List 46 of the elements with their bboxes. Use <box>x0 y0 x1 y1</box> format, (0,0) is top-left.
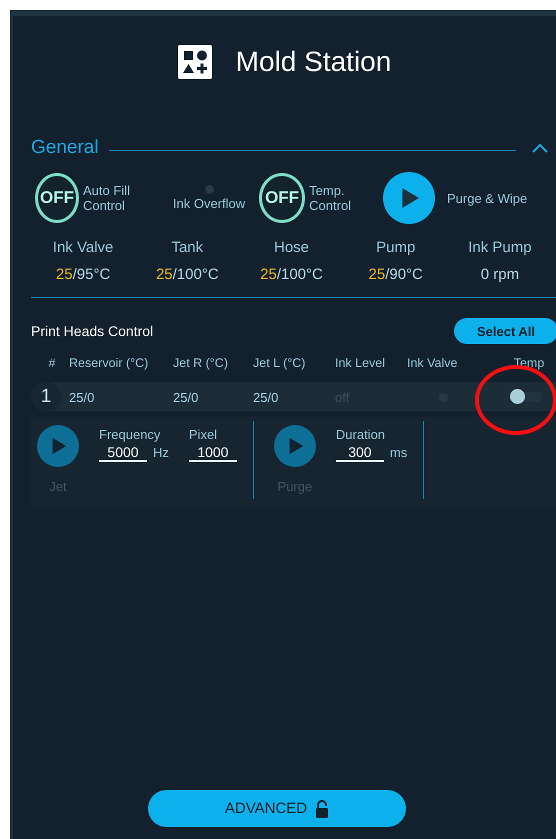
field-label: Pixel <box>188 427 218 442</box>
reading-value: 25/100°C <box>260 266 323 283</box>
table-cell-text: 25/0 <box>69 390 96 404</box>
reading-value: 25/90°C <box>368 266 423 283</box>
reading-label: Ink Pump <box>468 239 532 256</box>
field-label: Frequency <box>99 427 162 442</box>
input-field[interactable]: 1000 <box>188 442 237 462</box>
section-title: General <box>31 137 99 159</box>
column-header: # <box>48 356 56 370</box>
window-title: Mold Station <box>236 46 392 78</box>
column-header: Ink Valve <box>407 356 458 370</box>
input-field[interactable]: 5000 <box>99 442 147 462</box>
column-header: Reservoir (°C) <box>69 356 150 370</box>
power-toggle[interactable]: OFF <box>259 173 306 223</box>
section-title: Print Heads Control <box>31 323 154 339</box>
column-header: Ink Level <box>335 356 386 370</box>
field-label: Duration <box>336 427 386 442</box>
control-label: Ink Overflow <box>172 196 246 211</box>
reading-value: 25/100°C <box>156 266 219 283</box>
row-number: 1 <box>31 382 61 412</box>
lock-icon <box>315 800 330 818</box>
play-button[interactable] <box>274 425 316 467</box>
control-label: Auto Fill Control <box>83 183 131 213</box>
column-header: Jet L (°C) <box>253 356 306 370</box>
table-cell-text: 25/0 <box>173 390 200 404</box>
reading-value: 0 rpm <box>480 266 520 283</box>
unit-label: ms <box>390 445 408 460</box>
play-button[interactable] <box>37 425 79 467</box>
reading-label: Pump <box>376 239 416 256</box>
collapse-icon[interactable] <box>532 143 548 153</box>
reading-value: 25/95°C <box>56 266 110 283</box>
advanced-button[interactable]: ADVANCED <box>148 790 406 827</box>
shapes-icon <box>178 45 212 79</box>
table-cell-text: 25/0 <box>253 390 280 404</box>
input-field[interactable]: 300 <box>336 442 384 462</box>
select-all-button[interactable]: Select All <box>454 318 556 344</box>
play-button[interactable] <box>383 172 435 224</box>
unit-label: Hz <box>153 445 169 460</box>
power-toggle[interactable]: OFF <box>35 173 79 223</box>
reading-label: Hose <box>274 239 310 256</box>
control-label: Temp. Control <box>309 183 352 213</box>
reading-label: Tank <box>171 239 204 256</box>
column-header: Jet R (°C) <box>173 356 229 370</box>
reading-label: Ink Valve <box>52 239 114 256</box>
control-label: Purge & Wipe <box>447 190 528 206</box>
toggle-switch[interactable] <box>512 392 542 402</box>
